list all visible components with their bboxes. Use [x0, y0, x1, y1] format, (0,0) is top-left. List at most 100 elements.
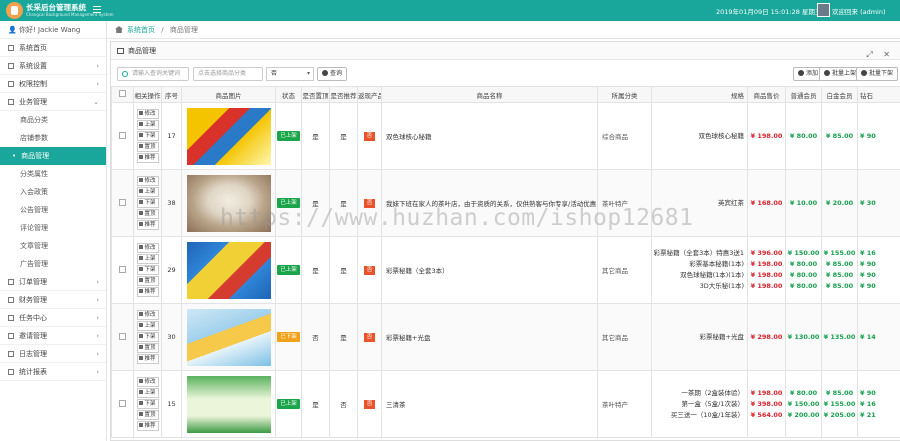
batch-up-button[interactable]: 批量上架	[819, 67, 862, 81]
menu-toggle-icon[interactable]	[93, 6, 101, 14]
sale-price: ¥ 564.00	[750, 410, 783, 419]
spec-cell: 英宾红茶	[651, 169, 748, 237]
sale-price: ¥ 198.00	[750, 131, 783, 140]
sidebar-item-logs[interactable]: 日志管理 ›	[0, 345, 106, 363]
batch-down-button[interactable]: 批量下架	[856, 67, 899, 81]
select-all-checkbox[interactable]	[111, 86, 134, 103]
product-category: 茶叶特产	[597, 370, 652, 438]
sidebar-sub-shop-params[interactable]: 店铺参数	[0, 129, 106, 147]
invite-icon	[8, 333, 14, 339]
status-cell: 已上架	[275, 102, 302, 170]
edit-button[interactable]: 修改	[136, 243, 159, 253]
panel-controls[interactable]: ⤢ ✕	[866, 46, 894, 64]
query-button[interactable]: 查询	[317, 67, 348, 81]
spec-cell: 一茶期（2盒装体验） 第一盒（5盒/1次装） 买三送一（10盒/1年装）	[651, 370, 748, 438]
toolbar: 请输入查询关键词 点击选择商品分类 否 查询 添加 批量上架 批量下架	[111, 64, 900, 84]
sidebar-item-home[interactable]: 系统首页	[0, 39, 106, 57]
sale-price: ¥ 398.00	[750, 399, 783, 408]
row-checkbox[interactable]	[111, 102, 134, 170]
shelf-down-button[interactable]: 下架	[136, 131, 159, 141]
edit-button[interactable]: 修改	[136, 377, 159, 387]
recommend-button[interactable]: 推荐	[136, 287, 159, 297]
cashback-cell: 否	[357, 169, 382, 237]
category-picker[interactable]: 点击选择商品分类	[193, 67, 263, 81]
search-input[interactable]: 请输入查询关键词	[117, 67, 189, 81]
recommend-button[interactable]: 推荐	[136, 153, 159, 163]
status-badge[interactable]: 已上架	[277, 198, 300, 208]
recommend-button[interactable]: 推荐	[136, 421, 159, 431]
pin-top-button[interactable]: 置顶	[136, 410, 159, 420]
gold-member-cell: ¥ 155.00 ¥ 85.00 ¥ 85.00 ¥ 85.00	[821, 236, 858, 304]
edit-button[interactable]: 修改	[136, 109, 159, 119]
sidebar-item-orders[interactable]: 订单管理 ›	[0, 273, 106, 291]
status-badge[interactable]: 已下架	[277, 332, 300, 342]
sidebar-sub-category[interactable]: 商品分类	[0, 111, 106, 129]
shelf-down-button[interactable]: 下架	[136, 265, 159, 275]
row-checkbox[interactable]	[111, 169, 134, 237]
sidebar-sub-notice[interactable]: 公告管理	[0, 201, 106, 219]
status-badge[interactable]: 已上架	[277, 399, 300, 409]
logo-icon	[6, 2, 23, 19]
shelf-up-button[interactable]: 上架	[136, 254, 159, 264]
sidebar-sub-comments[interactable]: 评论管理	[0, 219, 106, 237]
pin-top-button[interactable]: 置顶	[136, 142, 159, 152]
breadcrumb-home[interactable]: 系统首页	[127, 26, 155, 34]
col-header: 普通会员	[785, 86, 822, 103]
sidebar-sub-products[interactable]: 商品管理	[0, 147, 106, 165]
row-checkbox[interactable]	[111, 303, 134, 371]
shelf-up-button[interactable]: 上架	[136, 120, 159, 130]
product-category: 综合商品	[597, 102, 652, 170]
edit-button[interactable]: 修改	[136, 176, 159, 186]
cashback-badge[interactable]: 否	[364, 132, 375, 141]
down-icon	[861, 70, 867, 76]
pin-top-button[interactable]: 置顶	[136, 276, 159, 286]
avatar[interactable]	[817, 3, 830, 17]
sidebar-sub-membership[interactable]: 入会政策	[0, 183, 106, 201]
sidebar-item-finance[interactable]: 财务管理 ›	[0, 291, 106, 309]
diamond-member-price: ¥ 30	[860, 198, 876, 207]
shelf-up-button[interactable]: 上架	[136, 388, 159, 398]
status-badge[interactable]: 已上架	[277, 265, 300, 275]
spec-name: 第一盒（5盒/1次装）	[681, 399, 744, 408]
recommend-button[interactable]: 推荐	[136, 354, 159, 364]
sidebar-item-reports[interactable]: 统计报表 ›	[0, 363, 106, 381]
shelf-up-button[interactable]: 上架	[136, 187, 159, 197]
cashback-badge[interactable]: 否	[364, 333, 375, 342]
sidebar-item-permission[interactable]: 权限控制 ›	[0, 75, 106, 93]
shelf-down-button[interactable]: 下架	[136, 198, 159, 208]
sidebar-sub-attrs[interactable]: 分类属性	[0, 165, 106, 183]
sidebar-item-invites[interactable]: 邀请管理 ›	[0, 327, 106, 345]
shelf-down-button[interactable]: 下架	[136, 332, 159, 342]
diamond-member-cell: ¥ 90 ¥ 16 ¥ 21	[857, 370, 900, 438]
sidebar-item-system[interactable]: 系统设置 ›	[0, 57, 106, 75]
sidebar-sub-articles[interactable]: 文章管理	[0, 237, 106, 255]
cashback-badge[interactable]: 否	[364, 400, 375, 409]
normal-member-price: ¥ 80.00	[789, 282, 818, 290]
normal-member-cell: ¥ 80.00 ¥ 150.00 ¥ 200.00	[785, 370, 822, 438]
row-checkbox[interactable]	[111, 236, 134, 304]
status-cell: 已下架	[275, 303, 302, 371]
welcome-user[interactable]: 欢迎回来 (admin)	[832, 6, 886, 16]
chevron-right-icon: ›	[96, 350, 99, 358]
status-badge[interactable]: 已上架	[277, 131, 300, 141]
sidebar-item-business[interactable]: 业务管理 ⌄	[0, 93, 106, 111]
row-checkbox[interactable]	[111, 370, 134, 438]
is-recommended: 是	[329, 303, 358, 371]
pin-top-button[interactable]: 置顶	[136, 209, 159, 219]
is-top: 否	[301, 303, 330, 371]
chevron-right-icon: ›	[96, 368, 99, 376]
cashback-badge[interactable]: 否	[364, 199, 375, 208]
shelf-down-button[interactable]: 下架	[136, 399, 159, 409]
col-header: 所属分类	[597, 86, 652, 103]
pin-top-button[interactable]: 置顶	[136, 343, 159, 353]
sale-price: ¥ 168.00	[750, 198, 783, 207]
status-select[interactable]: 否	[266, 67, 314, 81]
shelf-up-button[interactable]: 上架	[136, 321, 159, 331]
sidebar-sub-ads[interactable]: 广告管理	[0, 255, 106, 273]
edit-button[interactable]: 修改	[136, 310, 159, 320]
cashback-badge[interactable]: 否	[364, 266, 375, 275]
chevron-down-icon: ⌄	[93, 98, 99, 106]
sidebar-item-tasks[interactable]: 任务中心 ›	[0, 309, 106, 327]
recommend-button[interactable]: 推荐	[136, 220, 159, 230]
product-image	[181, 102, 276, 170]
